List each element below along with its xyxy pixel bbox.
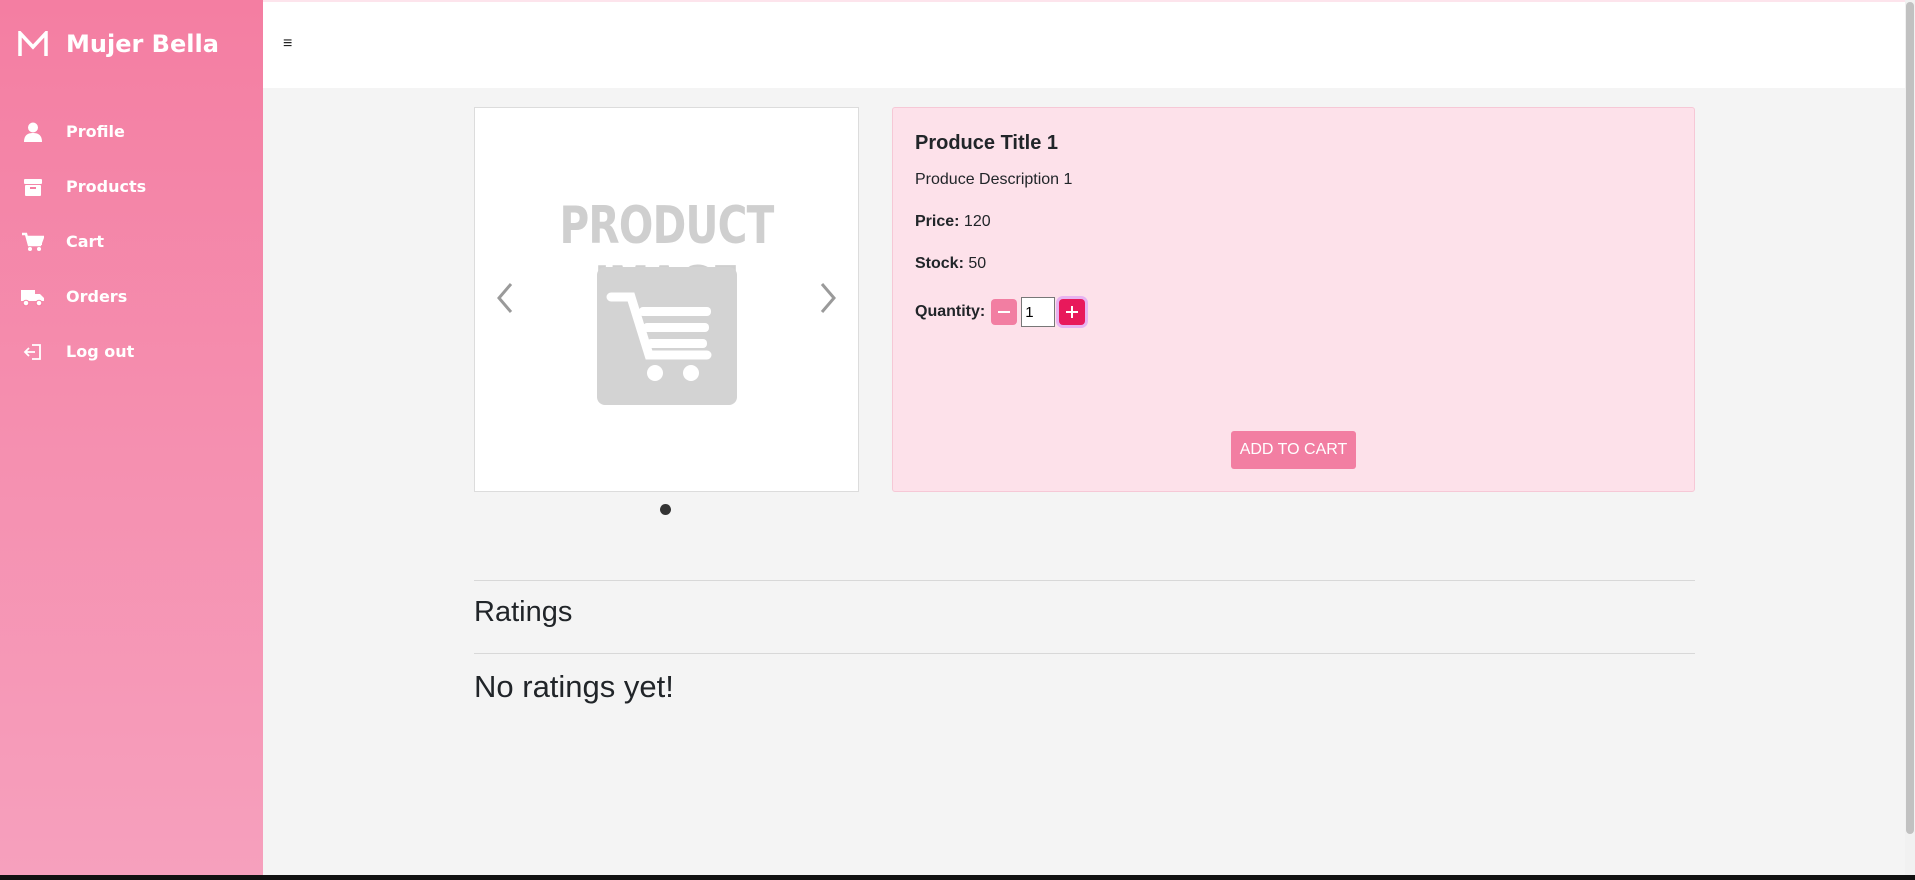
- stock-field: Stock: 50: [915, 255, 1672, 273]
- sidebar-item-label: Cart: [66, 232, 105, 251]
- logout-icon: [20, 339, 46, 365]
- divider: [474, 580, 1695, 581]
- sidebar-item-cart[interactable]: Cart: [0, 214, 263, 269]
- price-label: Price:: [915, 213, 960, 230]
- brand[interactable]: Mujer Bella: [0, 0, 263, 88]
- sidebar-item-logout[interactable]: Log out: [0, 324, 263, 379]
- price-field: Price: 120: [915, 213, 1672, 231]
- add-to-cart-button[interactable]: ADD TO CART: [1231, 431, 1356, 469]
- quantity-label: Quantity:: [915, 303, 986, 320]
- box-icon: [20, 174, 46, 200]
- sidebar-item-label: Orders: [66, 287, 128, 306]
- no-ratings-message: No ratings yet!: [474, 669, 674, 704]
- stock-label: Stock:: [915, 255, 964, 272]
- quantity-decrease-button[interactable]: [991, 299, 1018, 325]
- m-logo-icon: [18, 29, 48, 59]
- carousel-indicator-dot[interactable]: [660, 504, 671, 515]
- product-title: Produce Title 1: [915, 132, 1059, 154]
- sidebar-item-label: Log out: [66, 342, 135, 361]
- ratings-heading: Ratings: [474, 596, 573, 628]
- product-description: Produce Description 1: [915, 171, 1073, 188]
- price-value: 120: [963, 213, 991, 230]
- product-info-card: Produce Title 1 Produce Description 1 Pr…: [892, 107, 1695, 492]
- placeholder-cart-icon: [597, 267, 737, 405]
- user-icon: [20, 119, 46, 145]
- minus-icon: [998, 311, 1011, 313]
- stock-value: 50: [968, 255, 987, 272]
- quantity-increase-button[interactable]: [1059, 299, 1086, 325]
- sidebar-item-label: Products: [66, 177, 147, 196]
- quantity-input[interactable]: [1021, 297, 1056, 327]
- quantity-stepper: Quantity:: [915, 297, 1672, 327]
- carousel-prev-icon[interactable]: [491, 278, 521, 318]
- carousel-next-icon[interactable]: [812, 278, 842, 318]
- vertical-scrollbar[interactable]: [1905, 0, 1915, 875]
- product-image-carousel: PRODUCT IMAGE: [474, 107, 859, 492]
- sidebar-nav: Profile Products Cart Orders Log out: [0, 104, 263, 379]
- hamburger-menu-icon[interactable]: ≡: [283, 34, 303, 54]
- sidebar-item-orders[interactable]: Orders: [0, 269, 263, 324]
- brand-name: Mujer Bella: [66, 30, 219, 58]
- divider: [474, 653, 1695, 654]
- cart-icon: [20, 229, 46, 255]
- top-bar: ≡: [263, 0, 1905, 88]
- bottom-edge: [0, 875, 1915, 880]
- plus-icon: [1066, 306, 1079, 318]
- sidebar-item-label: Profile: [66, 122, 125, 141]
- sidebar-item-profile[interactable]: Profile: [0, 104, 263, 159]
- truck-icon: [20, 284, 46, 310]
- sidebar-item-products[interactable]: Products: [0, 159, 263, 214]
- sidebar: Mujer Bella Profile Products Cart Orders: [0, 0, 263, 875]
- scrollbar-thumb[interactable]: [1906, 2, 1914, 834]
